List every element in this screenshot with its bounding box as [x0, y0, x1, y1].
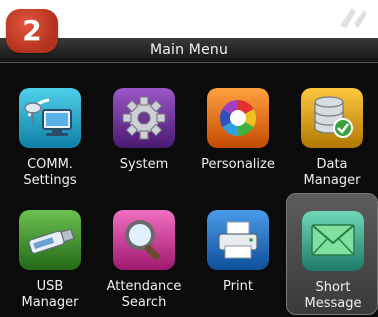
- menu-item-label: USB Manager: [21, 279, 79, 310]
- menu-item-label: Attendance Search: [106, 279, 182, 310]
- database-check-icon: [301, 88, 363, 148]
- menu-item-label: Data Manager: [303, 157, 361, 188]
- step-number-badge: 2: [6, 9, 58, 53]
- color-wheel-icon: [207, 88, 269, 148]
- printer-icon: [207, 210, 269, 270]
- menu-item-label: Short Message: [304, 280, 362, 311]
- menu-item-print[interactable]: Print: [192, 193, 284, 315]
- menu-item-data-manager[interactable]: Data Manager: [286, 71, 378, 193]
- usb-drive-icon: [19, 210, 81, 270]
- menu-item-label: System: [119, 157, 169, 172]
- menu-item-short-message[interactable]: Short Message: [286, 193, 378, 315]
- gear-icon: [113, 88, 175, 148]
- menu-item-usb-manager[interactable]: USB Manager: [4, 193, 96, 315]
- menu-item-system[interactable]: System: [98, 71, 190, 193]
- magnifier-icon: [113, 210, 175, 270]
- menu-item-label: Print: [223, 279, 253, 294]
- envelope-icon: [302, 211, 364, 271]
- watermark-logo-icon: [340, 8, 367, 28]
- menu-item-label: Personalize: [201, 157, 275, 172]
- menu-item-attendance-search[interactable]: Attendance Search: [98, 193, 190, 315]
- menu-item-comm-settings[interactable]: COMM. Settings: [4, 71, 96, 193]
- menu-grid: COMM. Settings System Personalize Data M…: [0, 64, 378, 317]
- menu-item-label: COMM. Settings: [23, 157, 77, 188]
- menu-item-personalize[interactable]: Personalize: [192, 71, 284, 193]
- satellite-computer-icon: [19, 88, 81, 148]
